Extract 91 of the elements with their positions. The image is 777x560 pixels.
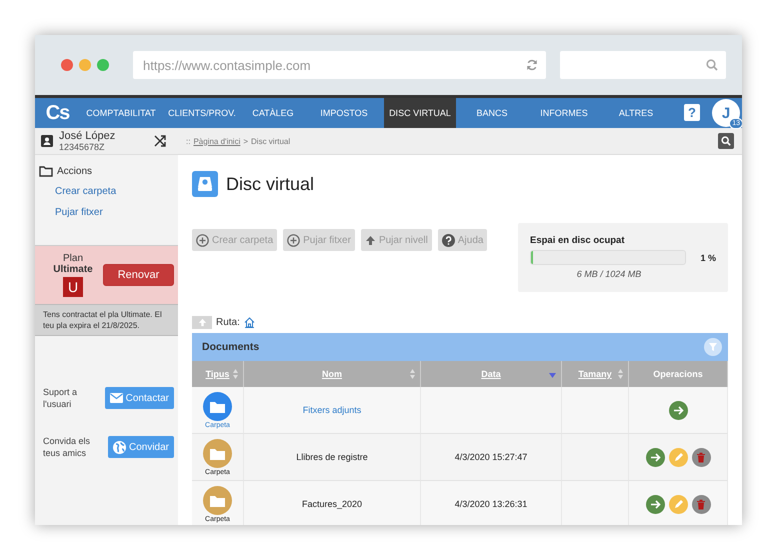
- toolbar-button[interactable]: Crear carpeta: [192, 229, 278, 251]
- folder-icon: [203, 438, 232, 468]
- column-header[interactable]: Tamany: [562, 361, 629, 387]
- hard-drive-icon: [192, 171, 218, 197]
- table-cell: Llibres de registre: [244, 434, 421, 481]
- folder-icon: [203, 392, 232, 420]
- page-title: Disc virtual: [226, 174, 314, 194]
- storage-title: Espai en disc ocupat: [530, 235, 626, 246]
- column-label: Tamany: [578, 369, 612, 379]
- folder-icon: [203, 486, 232, 514]
- filter-button[interactable]: [704, 338, 722, 356]
- column-header[interactable]: Nom: [244, 361, 421, 387]
- folder-outline-icon: [39, 166, 53, 177]
- storage-percent: 1 %: [700, 252, 716, 262]
- help-button[interactable]: ?: [684, 104, 700, 121]
- path-label: Ruta:: [216, 317, 240, 328]
- open-button[interactable]: [646, 448, 664, 466]
- table-cell: 4/3/2020 13:26:31: [421, 481, 562, 525]
- globe-icon: [112, 440, 126, 454]
- trash-icon: [696, 498, 706, 510]
- nav-tab[interactable]: INFORMES: [528, 98, 600, 128]
- delete-button[interactable]: [692, 494, 710, 514]
- plus-circle-icon: [196, 234, 209, 246]
- minimize-dot-icon[interactable]: [79, 59, 91, 71]
- sort-icon: [233, 369, 238, 379]
- up-level-button[interactable]: [192, 316, 212, 329]
- shuffle-icon[interactable]: [154, 135, 166, 147]
- open-button[interactable]: [668, 400, 688, 420]
- plan-note: Tens contractat el pla Ultimate. El teu pla expira el 21/8/2025.: [35, 304, 178, 336]
- filter-icon: [709, 343, 717, 351]
- invite-button[interactable]: Convidar: [108, 436, 174, 458]
- sort-icon: [410, 369, 415, 379]
- support-text: Convida els teus amics: [43, 435, 92, 459]
- user-name: José López: [59, 130, 116, 142]
- open-button[interactable]: [646, 494, 664, 514]
- help-icon: [442, 234, 455, 246]
- breadcrumb-current: Disc virtual: [251, 136, 290, 146]
- sort-icon: [618, 369, 623, 379]
- user-card-icon: [41, 135, 53, 147]
- renew-button[interactable]: Renovar: [103, 264, 174, 286]
- sidebar-link[interactable]: Crear carpeta: [35, 181, 178, 202]
- column-label: Operacions: [653, 369, 703, 379]
- arrow-right-icon: [672, 404, 684, 416]
- plan-name: Ultimate: [53, 264, 93, 275]
- table-cell: Factures_2020: [244, 481, 421, 525]
- nav-tab[interactable]: BANCS: [456, 98, 528, 128]
- nav-tab[interactable]: COMPTABILITAT: [80, 98, 162, 128]
- search-icon: [706, 59, 718, 71]
- app-logo[interactable]: Cs: [35, 98, 80, 128]
- plan-label: Plan: [62, 253, 83, 264]
- browser-search-field[interactable]: [560, 51, 726, 79]
- url-field[interactable]: https://www.contasimple.com: [133, 51, 546, 79]
- close-dot-icon[interactable]: [61, 59, 73, 71]
- envelope-icon: [110, 393, 123, 403]
- up-arrow-icon: [198, 318, 206, 327]
- reload-icon[interactable]: [526, 59, 538, 71]
- folder-link[interactable]: Fitxers adjunts: [302, 405, 362, 415]
- table-cell: 4/3/2020 15:27:47: [421, 434, 562, 481]
- up-arrow-icon: [364, 234, 376, 246]
- breadcrumb-home-link[interactable]: Pàgina d'inici: [193, 136, 240, 146]
- user-id: 12345678Z: [59, 142, 106, 152]
- breadcrumb-prefix: ::: [186, 136, 190, 146]
- nav-tab[interactable]: CLIENTS/PROV.: [162, 98, 242, 128]
- nav-tab[interactable]: ALTRES: [600, 98, 672, 128]
- plus-circle-icon: [287, 234, 300, 246]
- maximize-dot-icon[interactable]: [97, 59, 109, 71]
- column-header[interactable]: Data: [421, 361, 562, 387]
- column-label: Tipus: [206, 369, 230, 379]
- sidebar-link[interactable]: Pujar fitxer: [35, 202, 178, 223]
- table-title: Documents: [202, 341, 260, 353]
- plan-badge: U: [63, 277, 83, 297]
- pencil-icon: [672, 498, 684, 510]
- breadcrumb-separator: >: [243, 136, 248, 146]
- support-text: Suport a l'usuari: [43, 386, 78, 410]
- nav-tab[interactable]: DISC VIRTUAL: [384, 98, 456, 128]
- delete-button[interactable]: [692, 448, 710, 466]
- trash-icon: [696, 452, 706, 462]
- pencil-icon: [672, 452, 684, 462]
- home-icon[interactable]: [244, 317, 255, 328]
- nav-tab[interactable]: IMPOSTOS: [304, 98, 384, 128]
- column-label: Nom: [322, 369, 342, 379]
- nav-tab[interactable]: CATÀLEG: [242, 98, 304, 128]
- arrow-right-icon: [650, 452, 660, 462]
- storage-usage: 6 MB / 1024 MB: [576, 269, 642, 279]
- contact-button[interactable]: Contactar: [104, 387, 174, 409]
- sort-descending-icon: [549, 373, 556, 378]
- search-button[interactable]: [718, 133, 734, 149]
- section-title: Accions: [57, 166, 92, 177]
- column-header[interactable]: Tipus: [192, 361, 244, 387]
- arrow-right-icon: [650, 498, 660, 510]
- column-label: Data: [481, 369, 501, 379]
